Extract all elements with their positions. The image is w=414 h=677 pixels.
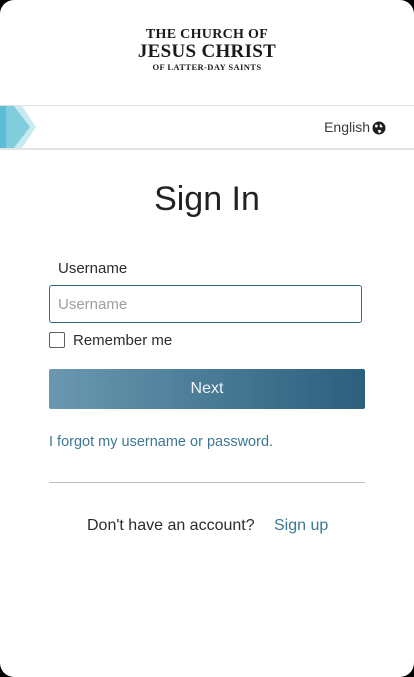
globe-icon[interactable] xyxy=(372,121,386,135)
username-input[interactable] xyxy=(49,285,362,323)
forgot-credentials-link[interactable]: I forgot my username or password. xyxy=(49,434,273,450)
logo-line-1: THE CHURCH OF xyxy=(145,27,269,42)
language-bar: English xyxy=(0,105,414,150)
logo-line-2: JESUS CHRIST xyxy=(137,41,277,62)
page-title: Sign In xyxy=(154,180,260,218)
language-selector[interactable]: English xyxy=(324,119,370,135)
remember-me-label[interactable]: Remember me xyxy=(73,332,172,349)
divider xyxy=(49,482,365,483)
no-account-text: Don't have an account? xyxy=(87,517,255,534)
sign-up-link[interactable]: Sign up xyxy=(274,517,328,535)
next-button[interactable]: Next xyxy=(49,369,365,409)
decorative-shard-icon xyxy=(0,106,36,148)
sign-in-screen: THE CHURCH OF JESUS CHRIST OF LATTER-DAY… xyxy=(0,0,414,677)
church-logo: THE CHURCH OF JESUS CHRIST OF LATTER-DAY… xyxy=(0,28,414,73)
logo-line-3: OF LATTER-DAY SAINTS xyxy=(152,62,262,72)
remember-me-checkbox[interactable] xyxy=(49,332,65,348)
username-label: Username xyxy=(58,260,128,277)
